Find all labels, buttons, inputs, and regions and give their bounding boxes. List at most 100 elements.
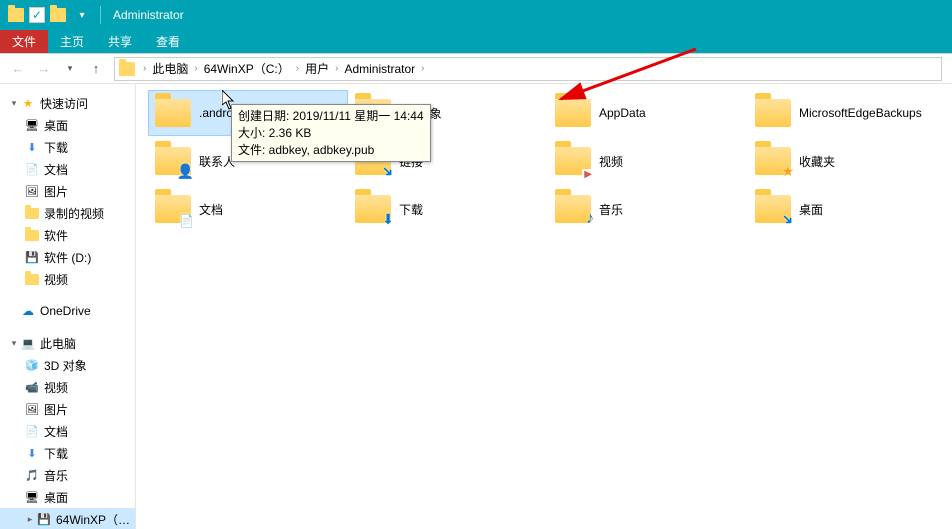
tree-item-drive-c[interactable]: ▸ 64WinXP（C:）	[0, 508, 135, 529]
tree-item-software-d[interactable]: 软件 (D:)	[0, 246, 135, 268]
chevron-right-icon[interactable]: ›	[294, 63, 301, 74]
chevron-right-icon[interactable]: ›	[419, 63, 426, 74]
tree-label: 3D 对象	[44, 357, 135, 374]
breadcrumb-bar[interactable]: › 此电脑 › 64WinXP（C:） › 用户 › Administrator…	[114, 57, 942, 81]
download-icon	[24, 445, 40, 461]
tree-item-desktop[interactable]: 桌面	[0, 486, 135, 508]
tooltip-line: 创建日期: 2019/11/11 星期一 14:44	[238, 108, 424, 125]
chevron-down-icon[interactable]: ▾	[8, 338, 20, 349]
folder-item[interactable]: MicrosoftEdgeBackups	[748, 90, 948, 136]
tree-label: OneDrive	[40, 304, 135, 318]
tree-item-music[interactable]: 音乐	[0, 464, 135, 486]
nav-forward-button[interactable]: →	[32, 57, 56, 81]
tree-item-downloads[interactable]: 下载	[0, 442, 135, 464]
chevron-right-icon[interactable]: ›	[192, 63, 199, 74]
blue-arrow-overlay-icon	[382, 163, 394, 180]
video-overlay-icon	[582, 164, 594, 180]
tree-label: 桌面	[44, 489, 135, 506]
window-title: Administrator	[113, 8, 184, 22]
chevron-right-icon[interactable]: ›	[141, 63, 148, 74]
folder-icon	[753, 191, 793, 227]
folder-name: 联系人	[199, 153, 235, 170]
tab-home[interactable]: 主页	[48, 30, 96, 53]
picture-icon	[24, 183, 40, 199]
tree-label: 此电脑	[40, 335, 135, 352]
tree-item-documents[interactable]: 文档	[0, 420, 135, 442]
qat-checkbox-icon[interactable]: ✓	[29, 7, 45, 23]
folder-icon	[553, 191, 593, 227]
folder-icon	[553, 143, 593, 179]
star-icon	[20, 95, 36, 111]
tree-this-pc[interactable]: ▾ 此电脑	[0, 332, 135, 354]
explorer-icon	[5, 4, 27, 26]
document-icon	[24, 161, 40, 177]
folder-icon	[353, 191, 393, 227]
nav-back-button[interactable]: ←	[6, 57, 30, 81]
folder-item[interactable]: 收藏夹	[748, 138, 948, 184]
folder-item[interactable]: 下载	[348, 186, 548, 232]
3d-icon	[24, 357, 40, 373]
folder-item[interactable]: AppData	[548, 90, 748, 136]
folder-name: 音乐	[599, 201, 623, 218]
folder-item[interactable]: 视频	[548, 138, 748, 184]
folder-name: 桌面	[799, 201, 823, 218]
tree-item-pictures[interactable]: 图片	[0, 398, 135, 420]
tree-item-3d[interactable]: 3D 对象	[0, 354, 135, 376]
tree-label: 文档	[44, 161, 135, 178]
folder-item[interactable]: 音乐	[548, 186, 748, 232]
tooltip-line: 文件: adbkey, adbkey.pub	[238, 142, 424, 159]
folder-name: 文档	[199, 201, 223, 218]
nav-up-button[interactable]: ↑	[84, 57, 108, 81]
tree-item-videos[interactable]: 视频	[0, 376, 135, 398]
tree-label: 文档	[44, 423, 135, 440]
down-overlay-icon	[382, 211, 394, 228]
tab-share[interactable]: 共享	[96, 30, 144, 53]
video-icon	[24, 379, 40, 395]
music-overlay-icon	[586, 210, 594, 228]
tree-item-documents[interactable]: 文档	[0, 158, 135, 180]
tree-item-videos[interactable]: 视频	[0, 268, 135, 290]
breadcrumb-item[interactable]: Administrator	[340, 62, 419, 76]
onedrive-icon	[20, 303, 36, 319]
folder-item[interactable]: 桌面	[748, 186, 948, 232]
tree-label: 软件	[44, 227, 135, 244]
chevron-right-icon[interactable]: ›	[333, 63, 340, 74]
desktop-icon	[24, 489, 40, 505]
chevron-right-icon[interactable]: ▸	[24, 514, 36, 525]
contact-overlay-icon	[177, 163, 194, 180]
chevron-down-icon[interactable]: ▾	[8, 98, 20, 109]
folder-icon	[753, 143, 793, 179]
tree-item-desktop[interactable]: 桌面	[0, 114, 135, 136]
tree-item-downloads[interactable]: 下载	[0, 136, 135, 158]
tree-label: 下载	[44, 445, 135, 462]
nav-recent-dropdown[interactable]: ▾	[58, 57, 82, 81]
tree-label: 录制的视频	[44, 205, 135, 222]
tree-label: 64WinXP（C:）	[56, 511, 135, 528]
folder-content-pane[interactable]: .android3D 对象AppDataMicrosoftEdgeBackups…	[136, 84, 952, 529]
tree-label: 图片	[44, 183, 135, 200]
tab-file[interactable]: 文件	[0, 30, 48, 53]
qat-folder-icon[interactable]	[47, 4, 69, 26]
tree-item-software[interactable]: 软件	[0, 224, 135, 246]
breadcrumb-item[interactable]: 用户	[301, 60, 333, 77]
tree-onedrive[interactable]: OneDrive	[0, 300, 135, 322]
drive-icon	[24, 249, 40, 265]
blue-arrow-overlay-icon	[782, 211, 794, 228]
breadcrumb-item[interactable]: 此电脑	[148, 60, 192, 77]
folder-name: 收藏夹	[799, 153, 835, 170]
tree-label: 下载	[44, 139, 135, 156]
tree-item-recordings[interactable]: 录制的视频	[0, 202, 135, 224]
tree-quick-access[interactable]: ▾ 快速访问	[0, 92, 135, 114]
folder-name: AppData	[599, 106, 646, 120]
tab-view[interactable]: 查看	[144, 30, 192, 53]
tree-item-pictures[interactable]: 图片	[0, 180, 135, 202]
tree-label: 快速访问	[40, 95, 135, 112]
tree-label: 音乐	[44, 467, 135, 484]
navigation-tree[interactable]: ▾ 快速访问 桌面 下载 文档 图片 录制的视频 软件 软件 (D:) 视频 O…	[0, 84, 136, 529]
star-overlay-icon	[781, 163, 794, 180]
folder-icon	[25, 274, 39, 285]
breadcrumb-item[interactable]: 64WinXP（C:）	[200, 60, 294, 77]
folder-item[interactable]: 文档	[148, 186, 348, 232]
download-icon	[24, 139, 40, 155]
qat-overflow-icon[interactable]: ▾	[71, 4, 93, 26]
